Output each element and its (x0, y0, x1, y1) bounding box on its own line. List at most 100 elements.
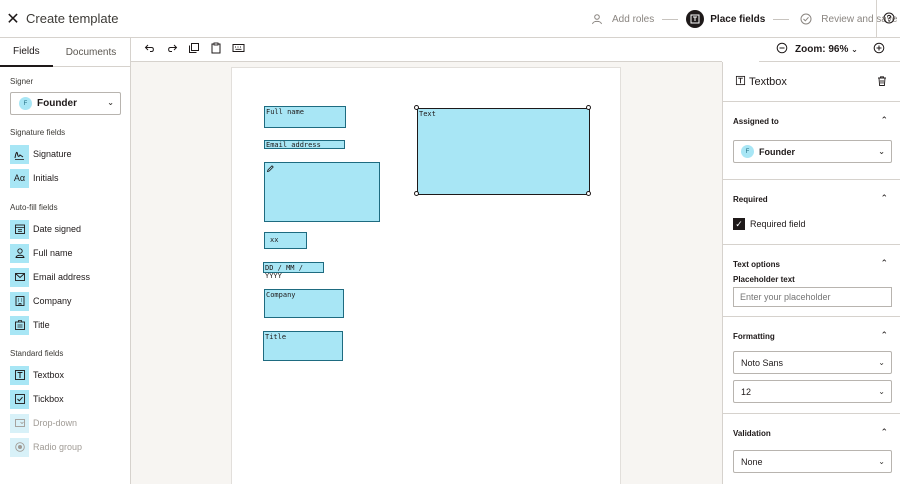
badge-icon (10, 315, 29, 335)
step-connector (773, 18, 790, 20)
textbox-icon (10, 365, 29, 385)
help-button[interactable] (876, 0, 900, 38)
checkbox-icon (10, 389, 29, 409)
field-properties-panel: Textbox Assigned to ⌃ F Founder ⌄ Requir… (722, 62, 900, 484)
chevron-down-icon: ⌄ (878, 147, 885, 156)
placed-field-full-name[interactable]: Full name (264, 106, 346, 128)
page-title: Create template (26, 11, 119, 26)
field-drop-down: Drop-down (10, 411, 130, 435)
field-label: Radio group (33, 442, 83, 452)
redo-button[interactable] (161, 39, 183, 61)
section-title: Validation (733, 428, 771, 438)
section-title: Formatting (733, 331, 775, 341)
step-indicator: Add roles Place fields Review and save (588, 0, 897, 38)
initials-icon: Aα (10, 168, 29, 188)
chevron-up-icon[interactable]: ⌃ (880, 258, 888, 269)
textbox-icon (735, 75, 746, 89)
assigned-to-select[interactable]: F Founder ⌄ (733, 140, 892, 163)
resize-handle[interactable] (586, 191, 591, 196)
close-button[interactable]: ✕ (0, 6, 26, 32)
field-label: Email address (33, 272, 91, 282)
panel-header: Textbox (723, 62, 900, 102)
fields-sidebar: Fields Documents Signer F Founder ⌄ Sign… (0, 38, 131, 484)
step-connector (662, 18, 679, 20)
radio-icon (10, 437, 29, 457)
field-title[interactable]: Title (10, 313, 130, 337)
chevron-up-icon[interactable]: ⌃ (880, 427, 888, 438)
copy-button[interactable] (183, 39, 205, 61)
font-select[interactable]: Noto Sans ⌄ (733, 351, 892, 374)
signature-icon (10, 144, 29, 164)
step-label: Add roles (612, 13, 655, 25)
field-radio-group: Radio group (10, 435, 130, 459)
resize-handle[interactable] (414, 191, 419, 196)
field-label: Company (266, 291, 296, 299)
field-date-signed[interactable]: Date signed (10, 217, 130, 241)
document-page: Full name Email address xx DD / MM / YYY… (231, 67, 621, 484)
paste-button[interactable] (205, 39, 227, 61)
zoom-out-button[interactable] (771, 39, 793, 61)
signer-label: Signer (10, 77, 34, 86)
step-add-roles[interactable]: Add roles (588, 10, 654, 28)
validation-select[interactable]: None ⌄ (733, 450, 892, 473)
chevron-up-icon[interactable]: ⌃ (880, 330, 888, 341)
delete-field-button[interactable] (876, 75, 888, 90)
pen-icon (266, 165, 275, 175)
chevron-down-icon: ⌄ (851, 45, 858, 54)
tab-fields[interactable]: Fields (0, 38, 53, 67)
chevron-up-icon[interactable]: ⌃ (880, 193, 888, 204)
resize-handle[interactable] (586, 105, 591, 110)
placed-field-textbox[interactable]: Text (417, 108, 590, 195)
undo-button[interactable] (139, 39, 161, 61)
undo-icon (144, 42, 156, 57)
section-assigned-to: Assigned to ⌃ F Founder ⌄ (723, 102, 900, 180)
keyboard-shortcuts-button[interactable] (227, 39, 249, 61)
calendar-icon (10, 219, 29, 239)
field-company[interactable]: Company (10, 289, 130, 313)
building-icon (10, 291, 29, 311)
mail-icon (10, 267, 29, 287)
required-checkbox-row[interactable]: ✓ Required field (733, 218, 890, 230)
document-canvas: Full name Email address xx DD / MM / YYY… (131, 62, 722, 484)
field-textbox[interactable]: Textbox (10, 363, 130, 387)
placeholder-input[interactable] (733, 287, 892, 307)
avatar: F (741, 145, 754, 158)
placed-field-email[interactable]: Email address (264, 140, 345, 149)
chevron-down-icon: ⌄ (878, 387, 885, 396)
field-label: Title (33, 320, 50, 330)
field-email-address[interactable]: Email address (10, 265, 130, 289)
section-title: Auto-fill fields (10, 203, 58, 212)
field-label: Text (419, 110, 436, 118)
close-icon: ✕ (6, 10, 20, 28)
step-label: Place fields (710, 13, 766, 25)
placed-field-title[interactable]: Title (263, 331, 343, 361)
field-label: Initials (33, 173, 59, 183)
resize-handle[interactable] (414, 105, 419, 110)
step-place-fields[interactable]: Place fields (686, 10, 765, 28)
zoom-controls: Zoom: 96% ⌄ (759, 38, 900, 62)
zoom-dropdown[interactable]: Zoom: 96% ⌄ (795, 44, 858, 55)
placed-field-company[interactable]: Company (264, 289, 344, 318)
field-signature[interactable]: Signature (10, 142, 130, 166)
field-tickbox[interactable]: Tickbox (10, 387, 130, 411)
keyboard-icon (232, 42, 245, 57)
signer-select[interactable]: F Founder ⌄ (10, 92, 121, 115)
field-label: Signature (33, 149, 72, 159)
paste-icon (210, 42, 222, 57)
tab-documents[interactable]: Documents (53, 38, 130, 67)
field-full-name[interactable]: Full name (10, 241, 130, 265)
placed-field-signature[interactable] (264, 162, 380, 222)
field-initials[interactable]: Aα Initials (10, 166, 130, 190)
chevron-up-icon[interactable]: ⌃ (880, 115, 888, 126)
person-icon (10, 243, 29, 263)
checkbox-label: Required field (750, 219, 806, 229)
required-checkbox[interactable]: ✓ (733, 218, 745, 230)
field-label: DD / MM / YYYY (265, 264, 303, 280)
font-size-select[interactable]: 12 ⌄ (733, 380, 892, 403)
avatar: F (19, 97, 32, 110)
signer-value: Founder (37, 98, 77, 109)
placed-field-initials[interactable]: xx (264, 232, 307, 249)
zoom-in-button[interactable] (868, 39, 890, 61)
placed-field-date[interactable]: DD / MM / YYYY (263, 262, 324, 280)
section-title: Assigned to (733, 116, 779, 126)
